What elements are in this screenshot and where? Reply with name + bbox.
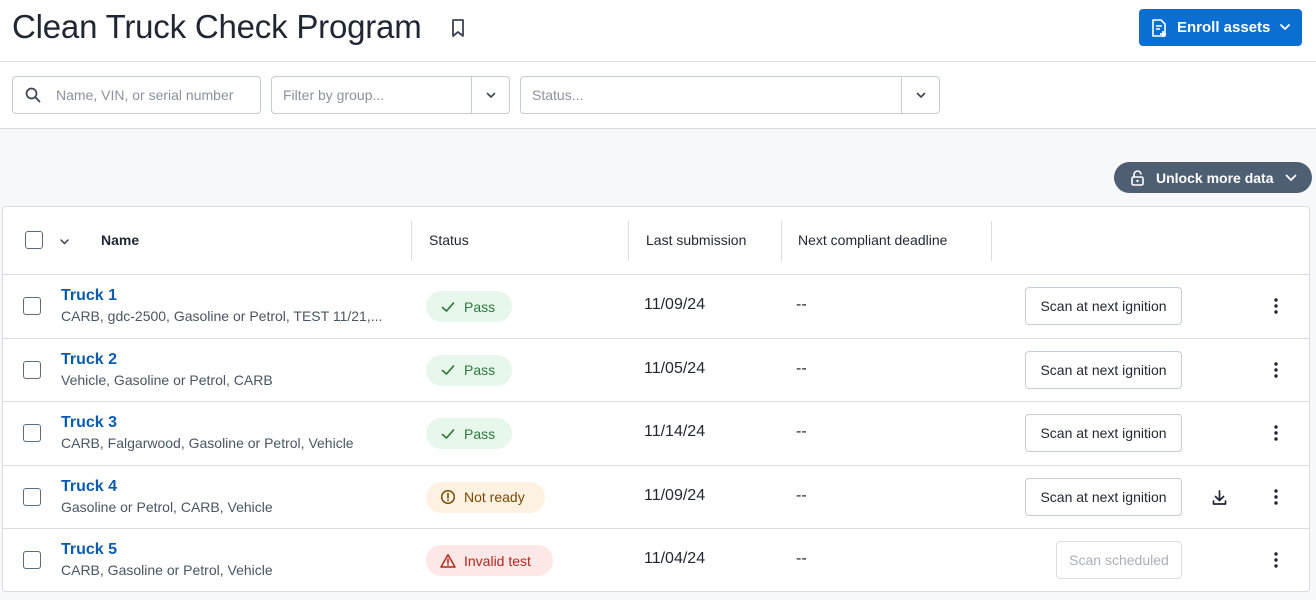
row-checkbox[interactable] [23, 424, 41, 442]
status-badge: Pass [426, 291, 512, 322]
status-filter-input[interactable] [532, 77, 902, 113]
truck-description: CARB, gdc-2500, Gasoline or Petrol, TEST… [61, 308, 383, 324]
column-header-name[interactable]: Name [101, 232, 139, 248]
last-submission-date: 11/14/24 [644, 423, 706, 440]
chevron-down-icon [916, 92, 925, 98]
next-deadline: -- [796, 550, 807, 567]
group-filter-input[interactable] [283, 77, 473, 113]
scan-at-next-ignition-button[interactable]: Scan at next ignition [1025, 414, 1182, 452]
download-icon[interactable] [1211, 489, 1228, 506]
status-label: Pass [464, 298, 496, 315]
chevron-down-icon [1280, 24, 1290, 30]
last-submission-date: 11/09/24 [644, 486, 706, 504]
truck-name-link[interactable]: Truck 4 [61, 478, 117, 496]
table-row: Truck 5 CARB, Gasoline or Petrol, Vehicle… [3, 529, 1309, 593]
table-row: Truck 4 Gasoline or Petrol, CARB, Vehicle… [3, 466, 1309, 529]
search-icon [25, 87, 41, 103]
table-row: Truck 3 CARB, Falgarwood, Gasoline or Pet… [3, 402, 1309, 466]
lock-icon [1131, 169, 1144, 186]
more-vertical-icon[interactable] [1267, 550, 1285, 570]
next-deadline: -- [796, 423, 807, 440]
truck-description: CARB, Falgarwood, Gasoline or Petrol, Ve… [61, 435, 354, 451]
table-row: Truck 1 CARB, gdc-2500, Gasoline or Petro… [3, 275, 1309, 339]
more-vertical-icon[interactable] [1267, 487, 1285, 507]
scan-at-next-ignition-button[interactable]: Scan at next ignition [1025, 287, 1182, 325]
last-submission-date: 11/09/24 [644, 296, 706, 313]
status-filter [520, 76, 940, 114]
status-badge: Not ready [426, 481, 545, 513]
column-header-last-submission[interactable]: Last submission [646, 232, 746, 248]
row-checkbox[interactable] [23, 297, 41, 315]
page-title: Clean Truck Check Program [12, 8, 422, 45]
status-label: Invalid test [464, 552, 531, 569]
enroll-assets-label: Enroll assets [1177, 19, 1271, 36]
truck-description: Gasoline or Petrol, CARB, Vehicle [61, 498, 273, 515]
truck-name-link[interactable]: Truck 5 [61, 541, 117, 559]
check-icon [441, 301, 455, 312]
status-badge: Invalid test [426, 545, 553, 576]
select-all-checkbox[interactable] [25, 231, 43, 249]
group-filter-dropdown-button[interactable] [472, 77, 509, 113]
table-body: Truck 1 CARB, gdc-2500, Gasoline or Petro… [3, 275, 1309, 593]
truck-name-link[interactable]: Truck 3 [61, 414, 117, 432]
last-submission-date: 11/05/24 [644, 359, 706, 377]
more-vertical-icon[interactable] [1267, 360, 1285, 380]
truck-description: CARB, Gasoline or Petrol, Vehicle [61, 562, 273, 578]
bookmark-icon[interactable] [449, 18, 467, 38]
group-filter [271, 76, 510, 114]
table-row: Truck 2 Vehicle, Gasoline or Petrol, CARB… [3, 339, 1309, 402]
unlock-more-data-label: Unlock more data [1156, 169, 1274, 186]
warning-circle-icon [440, 489, 456, 505]
content-area: Unlock more data Name Status Last submis… [0, 129, 1316, 600]
column-header-next-deadline[interactable]: Next compliant deadline [798, 232, 947, 248]
row-checkbox[interactable] [23, 551, 41, 569]
document-add-icon [1152, 18, 1166, 37]
search-input[interactable] [56, 77, 236, 113]
warning-triangle-icon [440, 553, 456, 568]
status-label: Pass [464, 362, 496, 378]
row-checkbox[interactable] [23, 360, 41, 379]
status-label: Not ready [464, 489, 525, 505]
unlock-more-data-button[interactable]: Unlock more data [1114, 162, 1312, 193]
status-badge: Pass [426, 354, 512, 386]
page-header: Clean Truck Check Program Enroll assets [0, 0, 1316, 62]
column-divider [991, 221, 992, 261]
column-divider [781, 221, 782, 261]
status-label: Pass [464, 425, 496, 442]
scan-scheduled-button: Scan scheduled [1056, 541, 1182, 579]
row-checkbox[interactable] [23, 487, 41, 506]
more-vertical-icon[interactable] [1267, 423, 1285, 443]
column-header-status[interactable]: Status [429, 232, 469, 248]
more-vertical-icon[interactable] [1267, 296, 1285, 316]
truck-name-link[interactable]: Truck 1 [61, 287, 117, 305]
chevron-down-icon [486, 92, 495, 98]
chevron-down-icon [1285, 174, 1297, 181]
enroll-assets-button[interactable]: Enroll assets [1139, 9, 1302, 46]
search-field [12, 76, 261, 114]
next-deadline: -- [796, 359, 807, 377]
next-deadline: -- [796, 486, 807, 504]
filter-bar [0, 62, 1316, 129]
check-icon [441, 428, 455, 439]
scan-at-next-ignition-button[interactable]: Scan at next ignition [1025, 477, 1182, 516]
last-submission-date: 11/04/24 [644, 550, 706, 567]
scan-at-next-ignition-button[interactable]: Scan at next ignition [1025, 350, 1182, 389]
chevron-down-icon[interactable] [59, 236, 70, 247]
column-divider [411, 221, 412, 261]
status-filter-dropdown-button[interactable] [902, 77, 939, 113]
assets-table: Name Status Last submission Next complia… [2, 206, 1310, 592]
next-deadline: -- [796, 296, 807, 313]
truck-description: Vehicle, Gasoline or Petrol, CARB [61, 371, 273, 388]
check-icon [441, 365, 455, 375]
truck-name-link[interactable]: Truck 2 [61, 351, 117, 369]
column-divider [628, 221, 629, 261]
status-badge: Pass [426, 418, 512, 449]
table-header: Name Status Last submission Next complia… [3, 207, 1309, 275]
